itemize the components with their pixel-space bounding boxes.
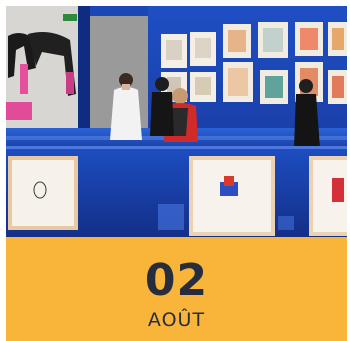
vitrine-frame-right xyxy=(309,156,347,236)
vitrine-frame-left xyxy=(8,156,78,230)
vitrine-label-small xyxy=(278,216,294,230)
column xyxy=(78,6,90,146)
pink-sleeve-right xyxy=(66,72,74,94)
exhibition-photo xyxy=(6,6,347,237)
vitrine-label xyxy=(158,204,184,230)
event-date: 02 AOÛT xyxy=(6,237,347,341)
vitrine-frame-center xyxy=(189,156,275,236)
vitrine-glass-edge xyxy=(6,146,347,149)
event-day: 02 xyxy=(144,255,209,306)
exit-sign xyxy=(63,14,77,21)
event-month: AOÛT xyxy=(147,309,206,331)
pink-display xyxy=(6,102,32,120)
pink-sleeve xyxy=(20,64,28,94)
event-card[interactable]: 02 AOÛT xyxy=(6,6,347,341)
